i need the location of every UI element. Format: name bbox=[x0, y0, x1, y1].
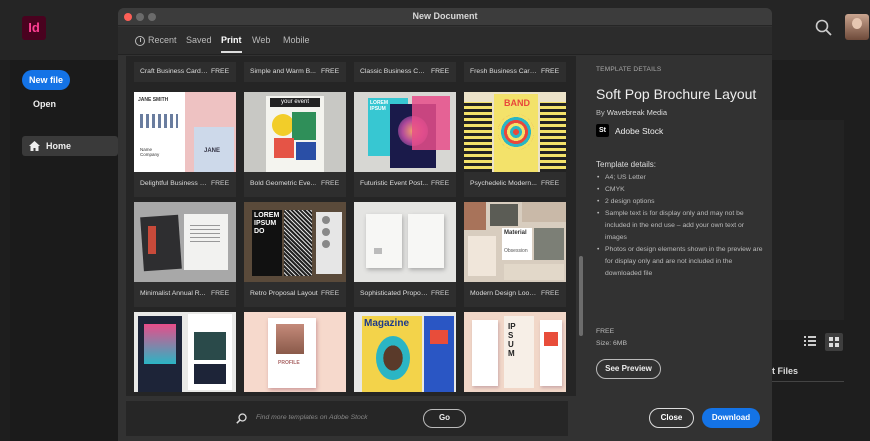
template-thumbnail bbox=[134, 202, 236, 282]
stock-search-input[interactable]: Find more templates on Adobe Stock bbox=[256, 414, 368, 421]
template-label: Retro Proposal Layout FREE bbox=[244, 282, 346, 307]
template-card[interactable]: Classic Business Card... FREE bbox=[354, 62, 456, 82]
indesign-logo: Id bbox=[22, 16, 46, 40]
template-size: Size: 6MB bbox=[596, 340, 627, 347]
details-list: A4; US Letter CMYK 2 design options Samp… bbox=[596, 172, 766, 280]
template-price: FREE bbox=[596, 328, 615, 335]
template-thumbnail bbox=[134, 312, 236, 392]
template-thumbnail: your event bbox=[244, 92, 346, 172]
dialog-title: New Document bbox=[412, 11, 478, 21]
template-label: Minimalist Annual R... FREE bbox=[134, 282, 236, 307]
grid-scrollbar[interactable] bbox=[578, 56, 584, 396]
stock-search-bar: Find more templates on Adobe Stock Go bbox=[126, 400, 568, 436]
template-card-minimalist-annual[interactable]: Minimalist Annual R... FREE bbox=[134, 202, 236, 307]
tab-bar: Recent Saved Print Web Mobile bbox=[118, 27, 772, 55]
template-card[interactable]: Fresh Business Card... FREE bbox=[464, 62, 566, 82]
template-thumbnail bbox=[354, 202, 456, 282]
list-item: Photos or design elements shown in the p… bbox=[596, 244, 766, 280]
template-card-ipsum[interactable]: IPSUM bbox=[464, 312, 566, 396]
avatar[interactable] bbox=[845, 14, 869, 40]
template-label: Sophisticated Propos... FREE bbox=[354, 282, 456, 307]
template-thumbnail: LOREM IPSUM DO bbox=[244, 202, 346, 282]
adobe-stock-icon: St bbox=[596, 124, 609, 137]
scroll-thumb[interactable] bbox=[579, 256, 583, 336]
author-link[interactable]: Wavebreak Media bbox=[607, 108, 667, 117]
list-item: 2 design options bbox=[596, 196, 766, 208]
download-button[interactable]: Download bbox=[702, 408, 760, 428]
template-details-panel: TEMPLATE DETAILS Soft Pop Brochure Layou… bbox=[586, 56, 772, 441]
tab-recent[interactable]: Recent bbox=[148, 35, 177, 45]
template-card-dark-event[interactable] bbox=[134, 312, 236, 396]
template-label: Bold Geometric Eve... FREE bbox=[244, 172, 346, 197]
tab-web[interactable]: Web bbox=[252, 35, 270, 45]
list-item: CMYK bbox=[596, 184, 766, 196]
template-thumbnail: LOREM IPSUM bbox=[354, 92, 456, 172]
template-card-retro-proposal[interactable]: LOREM IPSUM DO Retro Proposal Layout FREE bbox=[244, 202, 346, 307]
go-button[interactable]: Go bbox=[423, 409, 466, 428]
details-heading: TEMPLATE DETAILS bbox=[596, 66, 662, 73]
tab-mobile[interactable]: Mobile bbox=[283, 35, 310, 45]
template-label: Modern Design Look... FREE bbox=[464, 282, 566, 307]
see-preview-button[interactable]: See Preview bbox=[596, 359, 661, 379]
template-card-bold-geometric[interactable]: your event Bold Geometric Eve... FREE bbox=[244, 92, 346, 197]
template-thumbnail: IPSUM bbox=[464, 312, 566, 392]
template-thumbnail: Magazine bbox=[354, 312, 456, 392]
template-card[interactable]: Craft Business Card L... FREE bbox=[134, 62, 236, 82]
template-label: Futuristic Event Post... FREE bbox=[354, 172, 456, 197]
template-grid[interactable]: Craft Business Card L... FREE Simple and … bbox=[126, 56, 576, 396]
template-card-magazine[interactable]: Magazine bbox=[354, 312, 456, 396]
title-bar: New Document bbox=[118, 8, 772, 26]
tab-print[interactable]: Print bbox=[221, 35, 242, 53]
template-card[interactable]: Simple and Warm B... FREE bbox=[244, 62, 346, 82]
recent-panel bbox=[772, 120, 844, 320]
list-item: A4; US Letter bbox=[596, 172, 766, 184]
template-card-futuristic[interactable]: LOREM IPSUM Futuristic Event Post... FREE bbox=[354, 92, 456, 197]
template-thumbnail: PROFILE bbox=[244, 312, 346, 392]
template-label: Delightful Business C... FREE bbox=[134, 172, 236, 197]
template-card-modern-lookbook[interactable]: Material Obsession Modern Design Look...… bbox=[464, 202, 566, 307]
template-thumbnail: BAND bbox=[464, 92, 566, 172]
template-title: Soft Pop Brochure Layout bbox=[596, 86, 757, 102]
search-icon bbox=[236, 413, 247, 424]
open-button[interactable]: Open bbox=[33, 99, 56, 109]
close-button[interactable]: Close bbox=[649, 408, 694, 428]
list-item: Sample text is for display only and may … bbox=[596, 208, 766, 244]
divider bbox=[772, 381, 844, 382]
new-document-dialog: New Document Recent Saved Print Web Mobi… bbox=[118, 8, 772, 441]
details-subheading: Template details: bbox=[596, 160, 657, 169]
sidebar-item-home[interactable]: Home bbox=[22, 136, 118, 156]
search-icon[interactable] bbox=[814, 18, 834, 38]
template-thumbnail: Material Obsession bbox=[464, 202, 566, 282]
template-card-psychedelic[interactable]: BAND Psychedelic Modern... FREE bbox=[464, 92, 566, 197]
template-card-profile[interactable]: PROFILE bbox=[244, 312, 346, 396]
grid-view-icon[interactable] bbox=[825, 333, 843, 351]
template-author: By Wavebreak Media bbox=[596, 108, 668, 117]
files-heading: t Files bbox=[772, 366, 799, 376]
template-card-delightful[interactable]: JANE SMITH Name Company JANE Delightful … bbox=[134, 92, 236, 197]
template-label: Psychedelic Modern... FREE bbox=[464, 172, 566, 197]
template-card-sophisticated[interactable]: Sophisticated Propos... FREE bbox=[354, 202, 456, 307]
stock-source: Adobe Stock bbox=[615, 126, 664, 136]
sidebar-item-label: Home bbox=[46, 141, 72, 151]
tab-saved[interactable]: Saved bbox=[186, 35, 212, 45]
home-icon bbox=[29, 141, 40, 151]
clock-icon bbox=[135, 36, 145, 46]
new-file-button[interactable]: New file bbox=[22, 70, 70, 90]
list-view-icon[interactable] bbox=[804, 335, 816, 347]
app-sidebar bbox=[10, 60, 118, 441]
template-thumbnail: JANE SMITH Name Company JANE bbox=[134, 92, 236, 172]
